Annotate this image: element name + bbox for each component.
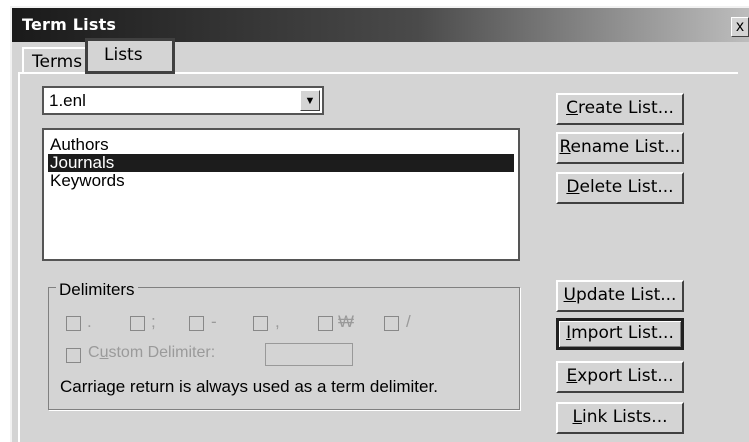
export-list-button[interactable]: Export List... [556, 361, 684, 393]
title-bar: Term Lists x [12, 8, 749, 42]
list-item[interactable]: Keywords [48, 172, 514, 190]
delimiter-period-checkbox[interactable] [66, 316, 81, 331]
create-list-button[interactable]: Create List... [556, 93, 684, 125]
window-title: Term Lists [22, 15, 117, 34]
delimiters-legend: Delimiters [56, 280, 138, 300]
delete-list-button[interactable]: Delete List... [556, 172, 684, 204]
custom-delimiter-checkbox[interactable] [66, 348, 81, 363]
delimiter-note: Carriage return is always used as a term… [60, 377, 438, 396]
delimiter-backslash-checkbox[interactable] [318, 316, 333, 331]
delimiter-semicolon-label: ; [151, 312, 156, 331]
chevron-down-icon[interactable]: ▼ [300, 90, 320, 111]
delimiter-slash-label: / [406, 312, 411, 331]
delimiter-backslash-label: ₩ [338, 312, 355, 331]
delimiter-dash-checkbox[interactable] [189, 316, 204, 331]
delimiter-comma-checkbox[interactable] [253, 316, 268, 331]
tab-lists[interactable]: Lists [85, 38, 175, 74]
tab-terms[interactable]: Terms [22, 47, 92, 73]
list-item-selected[interactable]: Journals [48, 154, 514, 172]
term-list-box[interactable]: Authors Journals Keywords [42, 128, 520, 261]
custom-delimiter-label: Custom Delimiter: [88, 344, 216, 361]
custom-delimiter-input[interactable] [265, 343, 353, 366]
library-select-value: 1.enl [49, 91, 86, 110]
delimiter-dash-label: - [211, 312, 217, 331]
update-list-button[interactable]: Update List... [556, 280, 684, 312]
delimiter-period-label: . [87, 312, 92, 331]
link-lists-button[interactable]: Link Lists... [556, 402, 684, 434]
import-list-button[interactable]: Import List... [556, 318, 684, 350]
delimiter-comma-label: , [275, 312, 280, 331]
delimiter-slash-checkbox[interactable] [384, 316, 399, 331]
list-item[interactable]: Authors [48, 136, 514, 154]
delimiter-semicolon-checkbox[interactable] [130, 316, 145, 331]
close-button[interactable]: x [731, 17, 749, 37]
rename-list-button[interactable]: Rename List... [556, 132, 684, 164]
library-select[interactable]: 1.enl ▼ [42, 86, 324, 115]
